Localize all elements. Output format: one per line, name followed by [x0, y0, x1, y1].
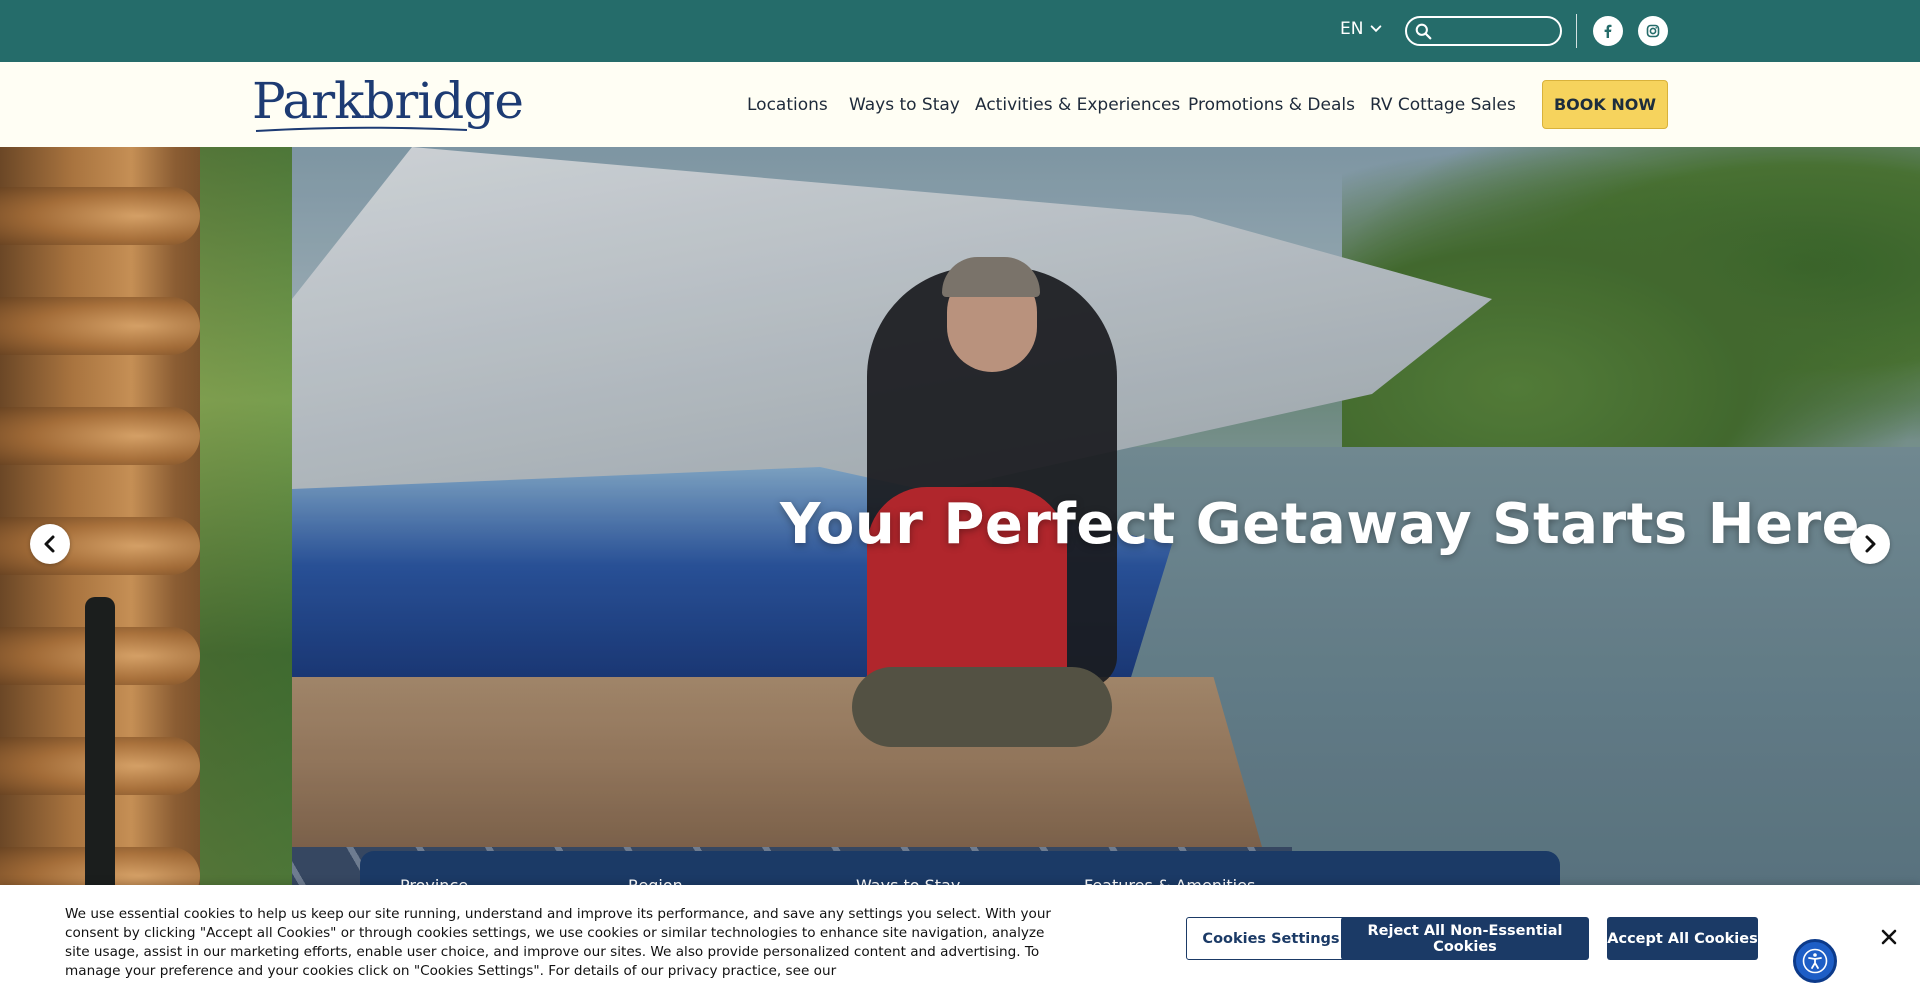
- greenery-decor: [200, 147, 292, 993]
- parkbridge-logo[interactable]: Parkbridge: [252, 72, 524, 132]
- previous-slide-preview: [0, 147, 292, 993]
- facebook-icon: [1604, 24, 1612, 38]
- logo-swoosh: [255, 126, 468, 132]
- nav-ways-to-stay[interactable]: Ways to Stay: [849, 95, 960, 115]
- main-header: Parkbridge Locations Ways to Stay Activi…: [0, 62, 1920, 147]
- accessibility-button[interactable]: [1793, 939, 1837, 983]
- nav-rv-cottage-sales[interactable]: RV Cottage Sales: [1370, 95, 1516, 115]
- nav-activities-experiences[interactable]: Activities & Experiences: [975, 95, 1180, 115]
- search-input[interactable]: [1436, 23, 1556, 39]
- log-decor: [0, 407, 200, 465]
- instagram-link[interactable]: [1638, 16, 1668, 46]
- chevron-down-icon: [1371, 25, 1382, 33]
- carousel-next-button[interactable]: [1850, 524, 1890, 564]
- nav-locations[interactable]: Locations: [747, 95, 828, 115]
- logo-wordmark: Parkbridge: [252, 72, 524, 130]
- instagram-icon: [1646, 24, 1660, 38]
- cookie-consent-banner: We use essential cookies to help us keep…: [0, 885, 1920, 993]
- cookie-message: We use essential cookies to help us keep…: [65, 906, 1052, 979]
- language-label: EN: [1340, 19, 1364, 39]
- search-box[interactable]: [1405, 16, 1562, 46]
- language-selector[interactable]: EN: [1340, 19, 1383, 39]
- accessibility-icon: [1802, 948, 1828, 974]
- log-decor: [0, 187, 200, 245]
- search-icon: [1415, 23, 1432, 39]
- accept-cookies-button[interactable]: Accept All Cookies: [1607, 917, 1758, 960]
- facebook-link[interactable]: [1593, 16, 1623, 46]
- book-now-button[interactable]: BOOK NOW: [1542, 80, 1668, 129]
- top-utility-bar: EN: [0, 0, 1920, 62]
- nav-promotions-deals[interactable]: Promotions & Deals: [1188, 95, 1355, 115]
- log-decor: [0, 297, 200, 355]
- chevron-right-icon: [1865, 535, 1876, 553]
- topbar-divider: [1576, 14, 1577, 48]
- hero-headline: Your Perfect Getaway Starts Here: [780, 492, 1861, 557]
- chevron-left-icon: [44, 535, 55, 553]
- cookies-settings-button[interactable]: Cookies Settings: [1186, 917, 1356, 960]
- reject-cookies-button[interactable]: Reject All Non-Essential Cookies: [1341, 917, 1589, 960]
- close-icon[interactable]: [1877, 925, 1901, 949]
- carousel-prev-button[interactable]: [30, 524, 70, 564]
